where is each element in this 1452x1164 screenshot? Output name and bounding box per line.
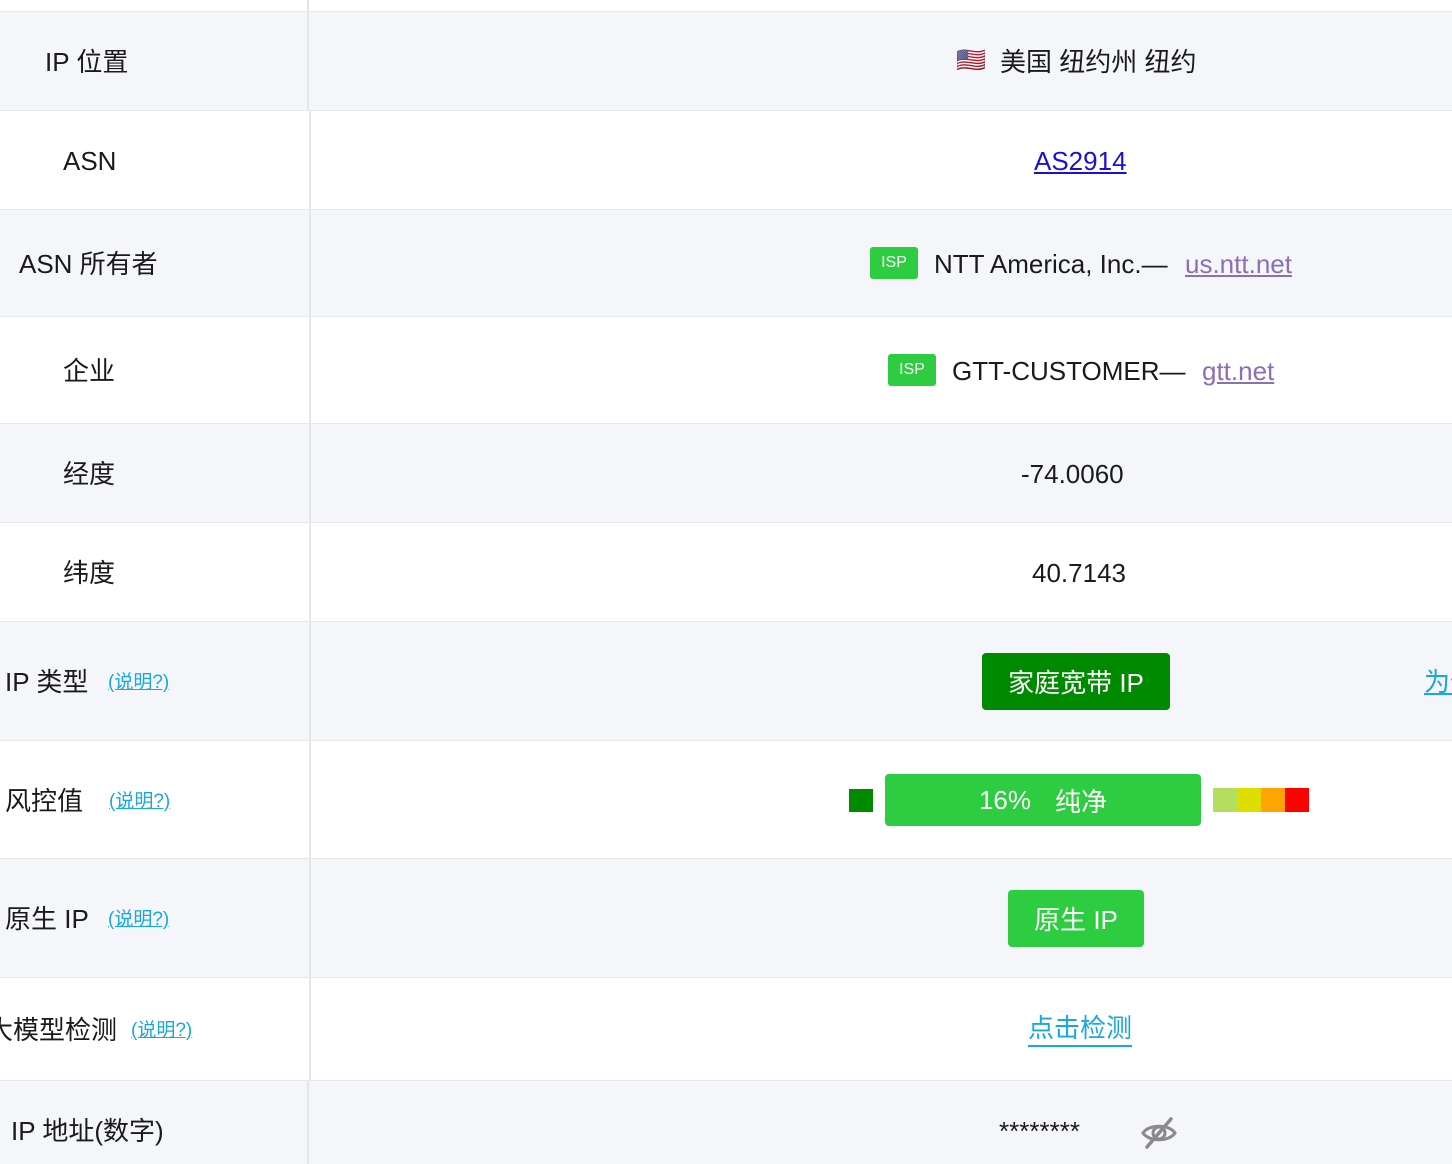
risk-label: 风控值 (5, 786, 84, 816)
table-row-ip-numeric: IP 地址(数字) ******** (0, 1081, 1452, 1164)
table-row-ip-type: IP 类型 (说明?) 家庭宽带 IP 为何 (0, 622, 1452, 741)
risk-scale-segment-4 (1285, 788, 1309, 812)
table-row-latitude: 纬度 40.7143 (0, 523, 1452, 622)
asn-label: ASN (63, 146, 117, 176)
longitude-label: 经度 (63, 459, 116, 489)
risk-scale-segment-1 (1213, 788, 1237, 812)
company-label: 企业 (63, 356, 116, 386)
asn-owner-name: NTT America, Inc.— (934, 249, 1168, 279)
label-cell: 企业 (0, 317, 311, 423)
company-name: GTT-CUSTOMER— (952, 356, 1186, 386)
label-cell: 纬度 (0, 523, 311, 621)
ip-type-why-link[interactable]: 为何 (1424, 669, 1452, 695)
eye-slash-icon[interactable] (1140, 1114, 1178, 1152)
label-cell (0, 0, 309, 11)
native-ip-help-link[interactable]: (说明?) (108, 910, 169, 929)
ip-numeric-masked-value: ******** (999, 1116, 1080, 1146)
label-cell: ASN (0, 111, 311, 209)
us-flag-icon: 🇺🇸 (956, 47, 986, 74)
table-row-ip-location: IP 位置 🇺🇸 美国 纽约州 纽约 (0, 12, 1452, 111)
table-row-asn: ASN AS2914 (0, 111, 1452, 210)
table-row-longitude: 经度 -74.0060 (0, 424, 1452, 523)
table-row-partial (0, 0, 1452, 12)
company-domain-link[interactable]: gtt.net (1202, 358, 1274, 384)
risk-scale-low-marker (849, 789, 873, 812)
label-cell: 原生 IP (说明?) (0, 859, 311, 977)
ip-location-label: IP 位置 (45, 47, 129, 77)
isp-badge: ISP (870, 247, 918, 279)
table-row-llm-detection: 大模型检测 (说明?) 点击检测 (0, 978, 1452, 1081)
risk-scale-segment-3 (1261, 788, 1285, 812)
isp-badge: ISP (888, 354, 936, 386)
ip-type-label: IP 类型 (5, 667, 89, 697)
llm-detect-button[interactable]: 点击检测 (1028, 1015, 1133, 1047)
table-row-risk: 风控值 (说明?) 16% 纯净 (0, 741, 1452, 859)
risk-help-link[interactable]: (说明?) (109, 792, 170, 811)
ip-location-value: 美国 纽约州 纽约 (1000, 47, 1197, 77)
risk-score-status: 纯净 (1055, 786, 1108, 817)
llm-detection-help-link[interactable]: (说明?) (131, 1021, 192, 1040)
asn-link[interactable]: AS2914 (1034, 148, 1127, 174)
table-row-native-ip: 原生 IP (说明?) 原生 IP (0, 859, 1452, 978)
latitude-label: 纬度 (63, 558, 116, 588)
ip-numeric-label: IP 地址(数字) (11, 1116, 164, 1146)
risk-score-value: 16% (978, 784, 1032, 815)
ip-type-help-link[interactable]: (说明?) (108, 673, 169, 692)
ip-info-table: IP 位置 🇺🇸 美国 纽约州 纽约 ASN AS2914 ASN 所有者 IS… (0, 0, 1452, 1164)
asn-owner-domain-link[interactable]: us.ntt.net (1185, 251, 1292, 277)
risk-scale-segment-2 (1237, 788, 1261, 812)
label-cell: IP 类型 (说明?) (0, 622, 311, 740)
label-cell: ASN 所有者 (0, 210, 311, 316)
risk-score-bar: 16% 纯净 (885, 774, 1201, 826)
asn-owner-label: ASN 所有者 (19, 249, 158, 279)
label-cell: IP 地址(数字) (0, 1081, 309, 1164)
table-row-asn-owner: ASN 所有者 ISP NTT America, Inc.— us.ntt.ne… (0, 210, 1452, 317)
table-row-company: 企业 ISP GTT-CUSTOMER— gtt.net (0, 317, 1452, 424)
llm-detection-label: 大模型检测 (0, 1015, 118, 1045)
native-ip-label: 原生 IP (5, 904, 89, 934)
label-cell: IP 位置 (0, 12, 309, 110)
longitude-value: -74.0060 (1021, 459, 1124, 489)
latitude-value: 40.7143 (1032, 558, 1126, 588)
native-ip-badge: 原生 IP (1008, 890, 1144, 947)
label-cell: 大模型检测 (说明?) (0, 978, 311, 1080)
label-cell: 风控值 (说明?) (0, 741, 311, 858)
label-cell: 经度 (0, 424, 311, 522)
ip-type-badge: 家庭宽带 IP (982, 653, 1170, 710)
